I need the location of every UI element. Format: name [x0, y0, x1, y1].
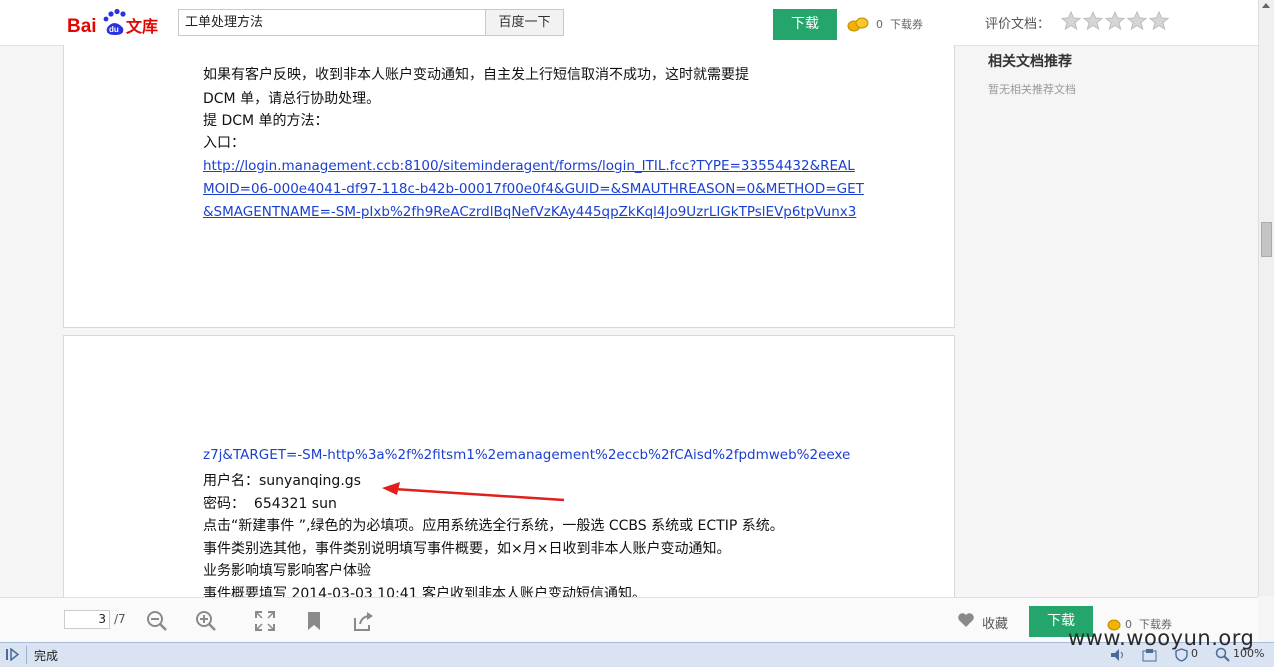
rating-label: 评价文档： — [985, 17, 1051, 32]
coin-balance: 0 下载券 — [876, 16, 923, 32]
star-icon[interactable] — [1127, 10, 1147, 32]
username-value: sunyanqing.gs — [259, 473, 361, 489]
document-page: z7j&TARGET=-SM-http%3a%2f%2fitsm1%2emana… — [63, 335, 955, 602]
baidu-wenku-logo[interactable]: Bai du 文库 — [67, 8, 161, 38]
doc-link[interactable]: MOID=06-000e4041-df97-118c-b42b-00017f00… — [203, 181, 864, 197]
search-input[interactable]: 工单处理方法 — [178, 9, 486, 36]
svg-text:文库: 文库 — [126, 17, 158, 36]
doc-paragraph: DCM 单，请总行协助处理。 — [203, 91, 381, 107]
bookmark-icon[interactable] — [303, 610, 325, 632]
compatibility-icon[interactable] — [1142, 648, 1157, 662]
coin-count: 0 — [876, 18, 883, 31]
doc-link[interactable]: http://login.management.ccb:8100/sitemin… — [203, 158, 855, 174]
related-docs-title: 相关文档推荐 — [988, 54, 1072, 70]
share-icon[interactable] — [352, 610, 374, 632]
coins-icon — [847, 17, 869, 32]
speaker-icon[interactable] — [1110, 648, 1126, 662]
rating-stars[interactable] — [1061, 10, 1169, 32]
vertical-scrollbar[interactable] — [1258, 0, 1274, 596]
scrollbar-thumb[interactable] — [1261, 222, 1272, 257]
red-arrow-annotation — [382, 482, 565, 502]
coin-label: 下载券 — [890, 18, 923, 31]
username-label: 用户名： — [203, 473, 259, 489]
doc-paragraph: 如果有客户反映，收到非本人账户变动通知，自主发上行短信取消不成功，这时就需要提 — [203, 67, 749, 83]
doc-paragraph: 入口： — [203, 135, 245, 151]
watermark: www.wooyun.org — [1068, 626, 1255, 650]
doc-link[interactable]: z7j&TARGET=-SM-http%3a%2f%2fitsm1%2emana… — [203, 447, 850, 463]
page-total: /7 — [114, 612, 126, 626]
doc-paragraph: 业务影响填写影响客户体验 — [203, 563, 371, 579]
svg-text:Bai: Bai — [67, 16, 97, 37]
page-number-input[interactable]: 3 — [64, 610, 110, 629]
star-icon[interactable] — [1105, 10, 1125, 32]
related-docs-empty: 暂无相关推荐文档 — [988, 83, 1076, 96]
scroll-up-icon[interactable] — [1262, 3, 1270, 8]
password-label: 密码： — [203, 496, 245, 512]
page-status-icon — [6, 648, 19, 661]
star-icon[interactable] — [1149, 10, 1169, 32]
security-icon[interactable] — [1175, 648, 1188, 662]
document-page: 如果有客户反映，收到非本人账户变动通知，自主发上行短信取消不成功，这时就需要提 … — [63, 45, 955, 328]
status-text: 完成 — [34, 649, 59, 663]
password-value: 654321 sun — [253, 496, 337, 512]
heart-icon[interactable] — [957, 612, 975, 628]
zoom-in-icon[interactable] — [195, 610, 217, 632]
svg-text:du: du — [109, 25, 119, 34]
search-button[interactable]: 百度一下 — [485, 9, 564, 36]
password-line: 密码： 654321 sun — [203, 493, 337, 513]
doc-paragraph: 事件类别选其他，事件类别说明填写事件概要，如×月×日收到非本人账户变动通知。 — [203, 541, 731, 557]
status-separator — [26, 646, 27, 664]
star-icon[interactable] — [1083, 10, 1103, 32]
fullscreen-icon[interactable] — [254, 610, 276, 632]
doc-paragraph: 提 DCM 单的方法： — [203, 113, 329, 129]
star-icon[interactable] — [1061, 10, 1081, 32]
favorite-button[interactable]: 收藏 — [982, 613, 1008, 632]
username-line: 用户名：sunyanqing.gs — [203, 470, 361, 490]
zoom-out-icon[interactable] — [146, 610, 168, 632]
doc-link[interactable]: &SMAGENTNAME=-SM-pIxb%2fh9ReACzrdlBqNefV… — [203, 204, 856, 220]
doc-paragraph: 点击“新建事件 ”,绿色的为必填项。应用系统选全行系统，一般选 CCBS 系统或… — [203, 518, 784, 534]
top-bar: Bai du 文库 工单处理方法 百度一下 下载 0 下载券 评价文档： — [0, 0, 1258, 46]
download-button[interactable]: 下载 — [773, 9, 837, 40]
